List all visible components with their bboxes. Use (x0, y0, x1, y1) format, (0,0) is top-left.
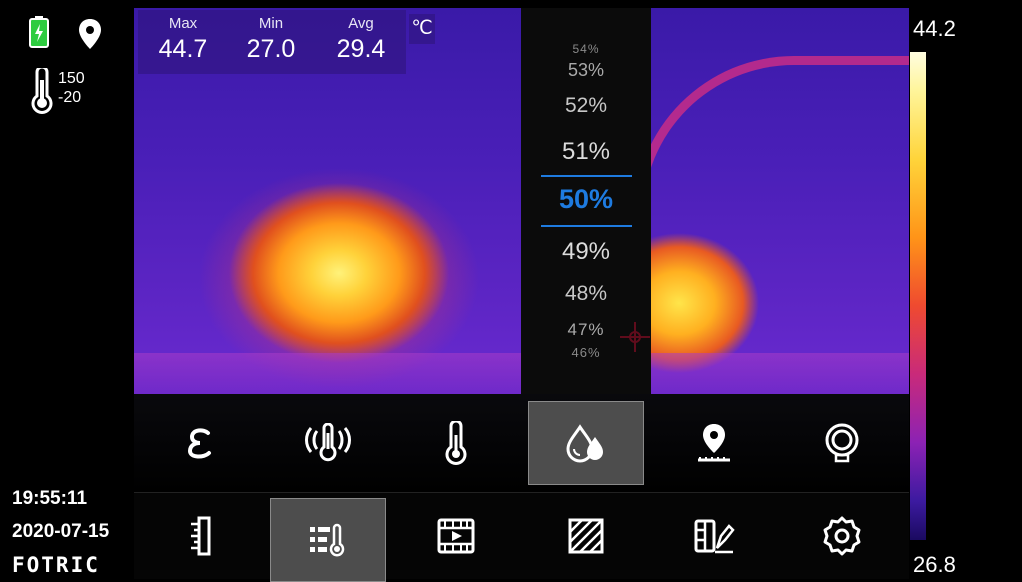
video-button[interactable] (398, 494, 514, 578)
lens-icon (825, 423, 859, 463)
distance-location-icon (698, 424, 730, 462)
settings-button[interactable] (784, 494, 900, 578)
range-high: 150 (58, 70, 85, 87)
edit-palette-icon (694, 519, 735, 554)
video-icon (437, 518, 475, 554)
emissivity-button[interactable] (142, 401, 258, 485)
humidity-icon (566, 424, 603, 463)
scale-min-value[interactable]: 26.8 (913, 552, 956, 578)
avg-label: Avg (348, 15, 374, 32)
color-scale-bar (910, 52, 926, 540)
lens-button[interactable] (784, 401, 900, 485)
humidity-option[interactable]: 51% (521, 138, 651, 166)
clock-date: 2020-07-15 (12, 521, 110, 542)
area-button[interactable] (528, 494, 644, 578)
measure-settings-icon (310, 523, 345, 557)
humidity-selected[interactable]: 50% (521, 184, 651, 215)
humidity-option[interactable]: 48% (521, 282, 651, 306)
humidity-option[interactable]: 52% (521, 94, 651, 118)
function-toolbar (134, 394, 909, 492)
distance-location-button[interactable] (656, 401, 772, 485)
humidity-button[interactable] (528, 401, 644, 485)
ruler-button[interactable] (142, 494, 258, 578)
humidity-option[interactable]: 53% (521, 60, 651, 81)
temperature-unit[interactable]: ℃ (409, 14, 435, 44)
selection-line-top (541, 175, 632, 177)
max-label: Max (168, 15, 198, 32)
wireless-thermometer-button[interactable] (270, 401, 386, 485)
edit-palette-button[interactable] (656, 494, 772, 578)
battery-charging-icon (29, 16, 49, 48)
avg-value: 29.4 (336, 35, 386, 63)
wireless-thermometer-icon (305, 423, 351, 462)
selection-line-bottom (541, 225, 632, 227)
scale-max-value[interactable]: 44.2 (913, 16, 956, 42)
area-hatch-icon (568, 518, 604, 554)
settings-gear-icon (823, 516, 861, 556)
main-toolbar (134, 492, 909, 582)
clock-time: 19:55:11 (12, 488, 88, 509)
temperature-button[interactable] (398, 401, 514, 485)
crosshair-icon (620, 322, 650, 352)
temperature-icon (445, 421, 467, 465)
min-label: Min (258, 15, 284, 32)
emissivity-icon (187, 428, 211, 459)
range-low: -20 (58, 89, 82, 106)
temperature-stats: Max 44.7 Min 27.0 Avg 29.4 (138, 10, 406, 74)
measure-settings-button[interactable] (270, 498, 386, 582)
brand-logo: FOTRIC (12, 553, 100, 577)
humidity-option[interactable]: 54% (521, 42, 651, 56)
cable-heat-trace (634, 56, 909, 285)
thermometer-icon (31, 68, 53, 114)
ruler-icon (191, 516, 211, 556)
max-value: 44.7 (158, 35, 208, 63)
min-value: 27.0 (246, 35, 296, 63)
humidity-option[interactable]: 49% (521, 238, 651, 266)
location-pin-icon (79, 19, 101, 49)
